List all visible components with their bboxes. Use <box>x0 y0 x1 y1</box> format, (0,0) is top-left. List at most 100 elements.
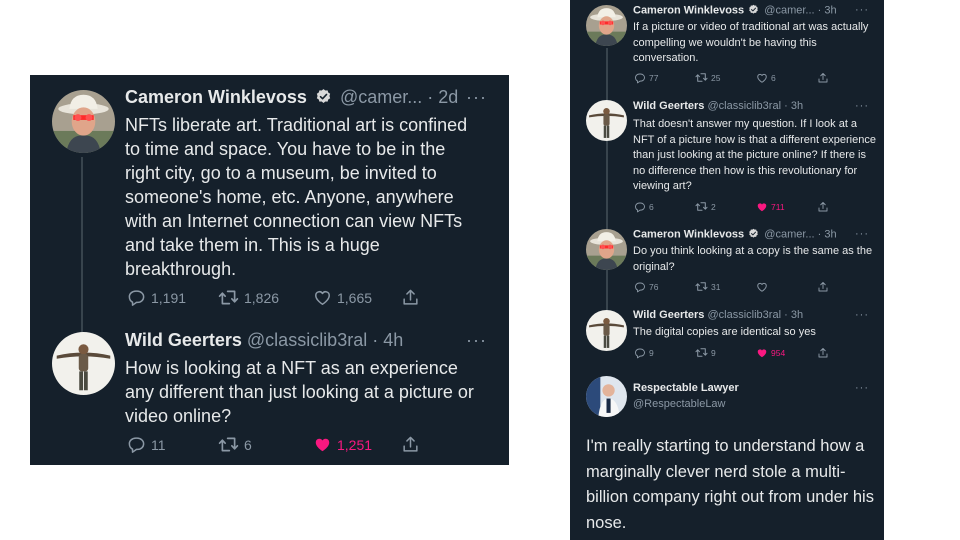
share-icon <box>401 435 420 454</box>
like-button[interactable]: 954 <box>756 347 817 359</box>
like-button[interactable]: 1,665 <box>313 288 401 307</box>
avatar-cameron-winklevoss[interactable] <box>586 5 627 46</box>
author-handle[interactable]: @RespectableLaw <box>633 398 726 410</box>
timestamp[interactable]: 3h <box>824 228 836 240</box>
author-name[interactable]: Wild Geerters <box>633 309 704 321</box>
reply-icon <box>634 201 646 213</box>
avatar-cameron-winklevoss[interactable] <box>586 229 627 270</box>
author-handle[interactable]: @classiclib3ral <box>708 100 782 112</box>
reply-button[interactable]: 6 <box>634 201 695 213</box>
tweet-header: Cameron Winklevoss @camer... · 3h <box>633 4 837 17</box>
reply-count: 76 <box>649 281 659 292</box>
avatar-wild-geerters[interactable] <box>586 310 627 351</box>
retweet-icon <box>695 280 708 293</box>
more-options-icon[interactable]: ··· <box>466 330 487 351</box>
author-handle[interactable]: @camer... <box>340 87 422 107</box>
share-icon <box>817 201 829 213</box>
like-button[interactable]: 1,251 <box>313 435 401 454</box>
avatar-respectable-lawyer[interactable] <box>586 376 627 417</box>
author-name[interactable]: Wild Geerters <box>125 330 242 350</box>
tweet-actions: 77 25 6 <box>634 71 829 84</box>
avatar-cameron-winklevoss[interactable] <box>52 90 115 153</box>
more-options-icon[interactable]: ··· <box>466 87 487 108</box>
retweet-button[interactable]: 6 <box>218 434 313 455</box>
tweet-header: Wild Geerters @classiclib3ral · 3h <box>633 100 803 112</box>
like-count: 1,665 <box>337 289 373 306</box>
like-count: 6 <box>771 72 776 83</box>
reply-count: 77 <box>649 72 659 83</box>
timestamp[interactable]: 3h <box>824 4 836 16</box>
tweet-actions: 1,191 1,826 1,665 <box>127 287 420 308</box>
tweet-text: I'm really starting to understand how a … <box>586 437 874 532</box>
reply-button[interactable]: 76 <box>634 281 695 293</box>
more-options-icon[interactable]: ··· <box>855 4 869 16</box>
share-button[interactable] <box>817 72 829 84</box>
share-button[interactable] <box>817 201 829 213</box>
reply-button[interactable]: 11 <box>127 435 218 454</box>
author-handle[interactable]: @classiclib3ral <box>247 330 367 350</box>
share-button[interactable] <box>817 347 829 359</box>
retweet-icon <box>218 287 239 308</box>
tweet-text: The digital copies are identical so yes <box>633 326 816 338</box>
timestamp[interactable]: 4h <box>383 330 403 350</box>
reply-icon <box>634 347 646 359</box>
timestamp[interactable]: 2d <box>438 87 458 107</box>
timestamp[interactable]: 3h <box>791 309 803 321</box>
retweet-button[interactable]: 31 <box>695 280 756 293</box>
reply-icon <box>634 281 646 293</box>
share-icon <box>817 281 829 293</box>
tweet-text: Do you think looking at a copy is the sa… <box>633 245 873 273</box>
retweet-button[interactable]: 25 <box>695 71 756 84</box>
retweet-count: 6 <box>244 436 252 453</box>
tweet-text: If a picture or video of traditional art… <box>633 21 869 64</box>
like-count: 1,251 <box>337 436 373 453</box>
more-options-icon[interactable]: ··· <box>855 382 869 394</box>
like-count: 711 <box>771 201 785 212</box>
retweet-button[interactable]: 9 <box>695 346 756 359</box>
author-handle[interactable]: @camer... <box>764 228 814 240</box>
share-icon <box>401 288 420 307</box>
author-name[interactable]: Cameron Winklevoss <box>125 87 307 107</box>
author-handle[interactable]: @camer... <box>764 4 814 16</box>
tweet-header: Respectable Lawyer <box>633 382 739 394</box>
like-button[interactable]: 711 <box>756 201 817 213</box>
retweet-icon <box>695 346 708 359</box>
share-button[interactable] <box>401 288 420 307</box>
avatar-wild-geerters[interactable] <box>52 332 115 395</box>
reply-count: 9 <box>649 347 654 358</box>
like-button[interactable] <box>756 281 817 293</box>
like-count: 954 <box>771 347 786 358</box>
retweet-icon <box>695 200 708 213</box>
reply-icon <box>634 72 646 84</box>
retweet-icon <box>218 434 239 455</box>
timestamp[interactable]: 3h <box>791 100 803 112</box>
reply-button[interactable]: 9 <box>634 347 695 359</box>
reply-button[interactable]: 1,191 <box>127 288 218 307</box>
share-button[interactable] <box>817 281 829 293</box>
like-button[interactable]: 6 <box>756 72 817 84</box>
author-name[interactable]: Cameron Winklevoss <box>633 4 744 16</box>
more-options-icon[interactable]: ··· <box>855 309 869 321</box>
author-name[interactable]: Cameron Winklevoss <box>633 228 744 240</box>
retweet-button[interactable]: 2 <box>695 200 756 213</box>
separator-dot: · <box>817 4 822 17</box>
reply-count: 11 <box>151 436 166 453</box>
share-button[interactable] <box>401 435 420 454</box>
more-options-icon[interactable]: ··· <box>855 228 869 240</box>
reply-button[interactable]: 77 <box>634 72 695 84</box>
tweet-actions: 6 2 711 <box>634 200 829 213</box>
retweet-icon <box>695 71 708 84</box>
thread-line <box>606 48 608 346</box>
reply-icon <box>127 288 146 307</box>
avatar-wild-geerters[interactable] <box>586 100 627 141</box>
retweet-count: 25 <box>711 72 721 83</box>
retweet-button[interactable]: 1,826 <box>218 287 313 308</box>
tweet-text: How is looking at a NFT as an experience… <box>125 358 474 426</box>
author-handle[interactable]: @classiclib3ral <box>708 309 782 321</box>
author-name[interactable]: Wild Geerters <box>633 100 704 112</box>
author-name[interactable]: Respectable Lawyer <box>633 382 739 394</box>
more-options-icon[interactable]: ··· <box>855 100 869 112</box>
separator-dot: · <box>784 100 788 112</box>
tweet-header: Wild Geerters @classiclib3ral · 3h <box>633 309 803 321</box>
tweet-text: NFTs liberate art. Traditional art is co… <box>125 115 468 279</box>
